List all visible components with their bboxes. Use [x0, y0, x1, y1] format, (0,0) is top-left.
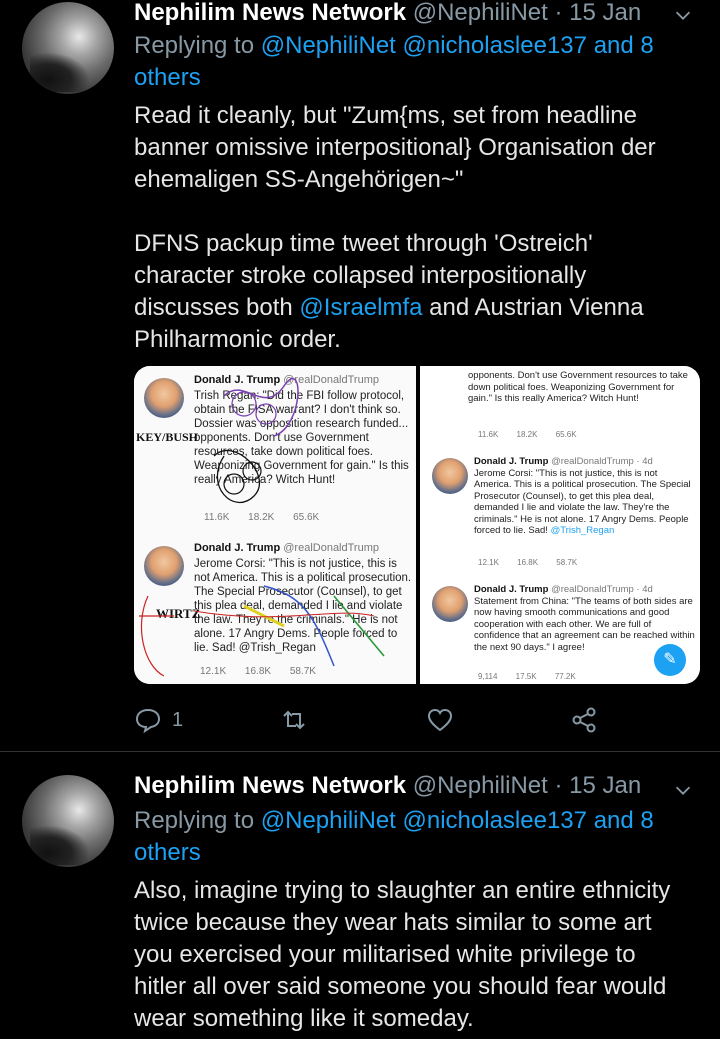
tweet-date[interactable]: 15 Jan	[569, 0, 641, 26]
embedded-avatar	[432, 458, 468, 494]
retweet-icon	[283, 710, 305, 730]
tweet-media[interactable]: Donald J. Trump @realDonaldTrump Trish R…	[134, 366, 700, 684]
embedded-metrics: 11.6K 18.2K 65.6K	[478, 430, 593, 439]
like-count: 77.2K	[554, 672, 576, 681]
embedded-name: Donald J. Trump	[474, 584, 549, 595]
chevron-down-icon[interactable]	[672, 779, 694, 801]
embedded-handle: @realDonaldTrump · 4d	[551, 584, 653, 595]
reply-mention-1[interactable]: @NephiliNet	[261, 32, 396, 59]
embedded-handle: @realDonaldTrump · 4d	[551, 456, 653, 467]
tweet-date[interactable]: 15 Jan	[569, 772, 641, 799]
reply-count: 9,114	[478, 672, 498, 681]
embedded-tweet-3: Donald J. Trump @realDonaldTrump · 4d Je…	[474, 456, 696, 537]
retweet-count: 18.2K	[516, 430, 538, 439]
retweet-button[interactable]	[280, 706, 308, 734]
embedded-link: @Trish_Regan	[550, 525, 615, 536]
reply-count: 1	[172, 708, 184, 731]
like-icon	[427, 708, 453, 732]
retweet-count: 17.5K	[515, 672, 537, 681]
reply-count: 11.6K	[478, 430, 499, 439]
author-name[interactable]: Nephilim News Network	[134, 772, 406, 799]
tweet-text-para-2: DFNS packup time tweet through 'Ostreich…	[134, 228, 694, 356]
tweet-2[interactable]: Nephilim News Network @NephiliNet · 15 J…	[0, 753, 720, 1039]
reply-button[interactable]: 1	[134, 706, 183, 734]
embedded-name: Donald J. Trump	[474, 456, 549, 467]
embedded-tweet-4: Donald J. Trump @realDonaldTrump · 4d St…	[474, 584, 696, 653]
replying-to: Replying to @NephiliNet @nicholaslee137 …	[134, 805, 694, 869]
media-image-right[interactable]: opponents. Don't use Government resource…	[420, 366, 700, 684]
reply-count: 12.1K	[478, 558, 499, 567]
replying-to: Replying to @NephiliNet @nicholaslee137 …	[134, 30, 694, 94]
media-image-left[interactable]: Donald J. Trump @realDonaldTrump Trish R…	[134, 366, 416, 684]
separator-dot: ·	[554, 0, 563, 26]
scribble-annotations	[139, 377, 385, 677]
tweet-header: Nephilim News Network @NephiliNet · 15 J…	[134, 0, 641, 28]
reply-mention-2[interactable]: @nicholaslee137	[403, 807, 588, 834]
mention-israelmfa[interactable]: @Israelmfa	[299, 294, 422, 321]
reply-mention-1[interactable]: @NephiliNet	[261, 807, 396, 834]
tweet-header: Nephilim News Network @NephiliNet · 15 J…	[134, 771, 641, 801]
like-count: 58.7K	[556, 558, 578, 567]
embedded-text: opponents. Don't use Government resource…	[468, 370, 688, 404]
compose-icon[interactable]: ✎	[654, 644, 686, 676]
embedded-text: Jerome Corsi: "This is not justice, this…	[474, 468, 696, 537]
reply-icon	[135, 708, 161, 734]
author-name[interactable]: Nephilim News Network	[134, 0, 406, 26]
avatar[interactable]	[22, 2, 114, 94]
tweet-actions: 1	[134, 706, 614, 734]
retweet-count: 16.8K	[517, 558, 539, 567]
author-handle[interactable]: @NephiliNet	[413, 772, 548, 799]
replying-prefix: Replying to	[134, 807, 261, 834]
like-button[interactable]	[426, 706, 454, 734]
chevron-down-icon[interactable]	[672, 4, 694, 26]
share-button[interactable]	[570, 706, 598, 734]
share-icon	[572, 707, 596, 733]
embedded-avatar	[432, 586, 468, 622]
embedded-metrics: 12.1K 16.8K 58.7K	[478, 558, 593, 567]
replying-prefix: Replying to	[134, 32, 261, 59]
like-count: 65.6K	[555, 430, 577, 439]
author-handle[interactable]: @NephiliNet	[413, 0, 548, 26]
avatar[interactable]	[22, 775, 114, 867]
separator-dot: ·	[554, 772, 563, 799]
tweet-1[interactable]: Nephilim News Network @NephiliNet · 15 J…	[0, 0, 720, 752]
embedded-metrics: 9,114 17.5K 77.2K	[478, 672, 592, 681]
tweet-text: Also, imagine trying to slaughter an ent…	[134, 877, 671, 1032]
tweet-text-para-1: Read it cleanly, but "Zum{ms, set from h…	[134, 102, 656, 193]
reply-mention-2[interactable]: @nicholaslee137	[403, 32, 588, 59]
